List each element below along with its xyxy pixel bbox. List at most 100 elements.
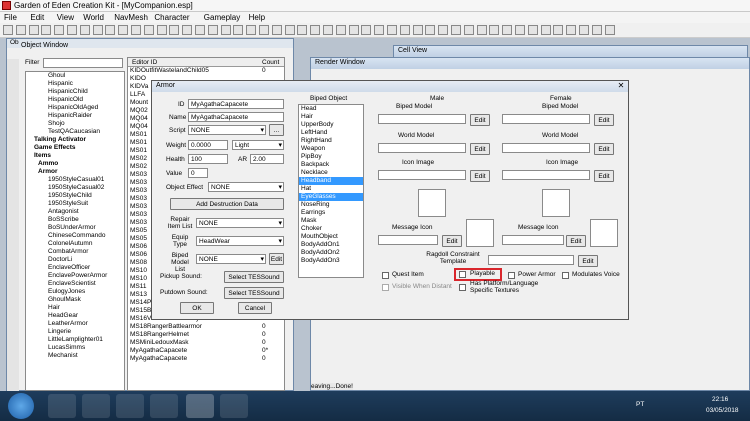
- biped-object-item[interactable]: Choker: [299, 225, 363, 233]
- tree-item[interactable]: EnclavePowerArmor: [48, 272, 124, 280]
- col-count[interactable]: Count: [262, 59, 279, 66]
- clock-date[interactable]: 03/05/2018: [706, 407, 739, 414]
- tree-item[interactable]: Hispanic: [48, 80, 124, 88]
- biped-object-item[interactable]: BodyAddOn2: [299, 249, 363, 257]
- ragdoll-field[interactable]: [488, 255, 574, 265]
- tree-item[interactable]: BoSScribe: [48, 216, 124, 224]
- filter-input[interactable]: [43, 58, 123, 68]
- toolbar-button[interactable]: [233, 25, 244, 35]
- tree-item[interactable]: CombatArmor: [48, 248, 124, 256]
- toolbar-button[interactable]: [182, 25, 193, 35]
- ragdoll-edit[interactable]: Edit: [578, 255, 598, 267]
- toolbar-button[interactable]: [412, 25, 423, 35]
- repair-select[interactable]: NONE: [196, 218, 284, 228]
- biped-object-item[interactable]: MouthObject: [299, 233, 363, 241]
- toolbar-button[interactable]: [502, 25, 513, 35]
- start-icon[interactable]: [8, 393, 34, 419]
- male-biped-model-edit[interactable]: Edit: [470, 114, 490, 126]
- menu-file[interactable]: File: [4, 13, 17, 22]
- cancel-button[interactable]: Cancel: [238, 302, 272, 314]
- female-world-model-edit[interactable]: Edit: [594, 143, 614, 155]
- modulates-voice-checkbox[interactable]: [562, 272, 569, 279]
- tree-item[interactable]: Items: [34, 152, 124, 160]
- male-message-icon-edit[interactable]: Edit: [442, 235, 462, 247]
- col-editor-id[interactable]: Editor ID: [132, 59, 157, 66]
- toolbar-button[interactable]: [41, 25, 52, 35]
- biped-object-item[interactable]: RightHand: [299, 137, 363, 145]
- ar-field[interactable]: 2.00: [250, 154, 284, 164]
- toolbar-button[interactable]: [118, 25, 129, 35]
- toolbar-button[interactable]: [463, 25, 474, 35]
- tree-item[interactable]: BoSUnderArmor: [48, 224, 124, 232]
- tree-item[interactable]: LittleLamplighter01: [48, 336, 124, 344]
- visible-when-distant-checkbox[interactable]: [382, 284, 389, 291]
- tree-item[interactable]: Talking Activator: [34, 136, 124, 144]
- toolbar-button[interactable]: [92, 25, 103, 35]
- male-icon-image-field[interactable]: [378, 170, 466, 180]
- quest-item-checkbox[interactable]: [382, 272, 389, 279]
- menu-world[interactable]: World: [83, 13, 104, 22]
- taskbar-media-icon[interactable]: [116, 394, 144, 418]
- biped-object-item[interactable]: Mask: [299, 217, 363, 225]
- biped-object-item[interactable]: UpperBody: [299, 121, 363, 129]
- add-destruction-button[interactable]: Add Destruction Data: [170, 198, 284, 210]
- toolbar-button[interactable]: [297, 25, 308, 35]
- biped-object-item[interactable]: Headband: [299, 177, 363, 185]
- menu-character[interactable]: Character: [154, 13, 189, 22]
- biped-object-list[interactable]: Head Hair UpperBody LeftHand RightHand Weapon…: [298, 104, 364, 278]
- tree-item[interactable]: Lingerie: [48, 328, 124, 336]
- toolbar-button[interactable]: [553, 25, 564, 35]
- toolbar-button[interactable]: [451, 25, 461, 35]
- health-field[interactable]: 100: [188, 154, 228, 164]
- tree-item[interactable]: Mechanist: [48, 352, 124, 360]
- tree-item[interactable]: ColonelAutumn: [48, 240, 124, 248]
- biped-object-item[interactable]: NoseRing: [299, 201, 363, 209]
- toolbar-button[interactable]: [143, 25, 154, 35]
- toolbar-button[interactable]: [3, 25, 13, 35]
- object-tree[interactable]: Ghoul Hispanic HispanicChild HispanicOld His…: [25, 71, 125, 391]
- putdown-sound-button[interactable]: Select TESSound: [224, 287, 284, 299]
- tree-item[interactable]: Ghoul: [48, 72, 124, 80]
- male-message-icon-field[interactable]: [378, 235, 438, 245]
- language-indicator[interactable]: PT: [636, 401, 644, 408]
- biped-object-item[interactable]: EyeGlasses: [299, 193, 363, 201]
- biped-object-item[interactable]: LeftHand: [299, 129, 363, 137]
- tree-item[interactable]: Shojo: [48, 120, 124, 128]
- toolbar-button[interactable]: [323, 25, 333, 35]
- list-item[interactable]: KIDOutfitWastelandChild05 0: [128, 67, 284, 75]
- toolbar-button[interactable]: [527, 25, 538, 35]
- tree-item[interactable]: TestQACaucasian: [48, 128, 124, 136]
- menu-view[interactable]: View: [57, 13, 74, 22]
- toolbar-button[interactable]: [591, 25, 602, 35]
- tree-item[interactable]: HispanicRaider: [48, 112, 124, 120]
- ok-button[interactable]: OK: [180, 302, 214, 314]
- biped-object-item[interactable]: Weapon: [299, 145, 363, 153]
- toolbar-button[interactable]: [156, 25, 167, 35]
- toolbar-button[interactable]: [579, 25, 589, 35]
- biped-object-item[interactable]: Earrings: [299, 209, 363, 217]
- power-armor-checkbox[interactable]: [508, 272, 515, 279]
- object-effect-select[interactable]: NONE: [208, 182, 284, 192]
- list-item[interactable]: MyAgathaCapacete 0*: [128, 347, 284, 355]
- name-field[interactable]: MyAgathaCapacete: [188, 112, 284, 122]
- female-message-icon-edit[interactable]: Edit: [566, 235, 586, 247]
- weight-field[interactable]: 0.0000: [188, 140, 228, 150]
- biped-object-item[interactable]: Backpack: [299, 161, 363, 169]
- tree-item[interactable]: Antagonist: [48, 208, 124, 216]
- female-world-model-field[interactable]: [502, 143, 590, 153]
- tree-item[interactable]: ChineseCommando: [48, 232, 124, 240]
- toolbar-button[interactable]: [15, 25, 26, 35]
- equip-select[interactable]: HeadWear: [196, 236, 284, 246]
- toolbar-button[interactable]: [284, 25, 295, 35]
- biped-model-edit-button[interactable]: Edit: [269, 253, 284, 265]
- tree-item[interactable]: Hair: [48, 304, 124, 312]
- toolbar-button[interactable]: [169, 25, 180, 35]
- toolbar-button[interactable]: [425, 25, 436, 35]
- toolbar-button[interactable]: [195, 25, 205, 35]
- menu-help[interactable]: Help: [249, 13, 265, 22]
- toolbar-button[interactable]: [131, 25, 141, 35]
- toolbar-button[interactable]: [348, 25, 359, 35]
- male-icon-image-edit[interactable]: Edit: [470, 170, 490, 182]
- has-platform-checkbox[interactable]: [459, 284, 466, 291]
- toolbar-button[interactable]: [515, 25, 525, 35]
